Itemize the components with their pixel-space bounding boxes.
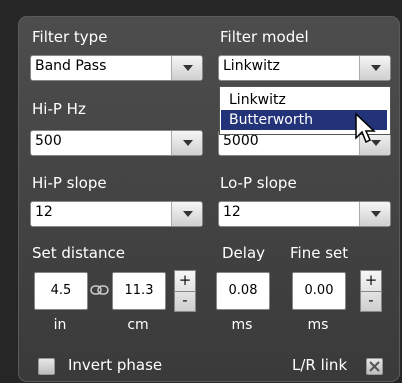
checkmark-x-icon xyxy=(369,361,380,372)
delay-input[interactable]: 0.08 xyxy=(216,272,270,310)
chevron-down-icon xyxy=(371,211,381,217)
hi-p-hz-value: 500 xyxy=(35,133,62,149)
delay-label: Delay xyxy=(222,244,266,262)
distance-stepper[interactable]: + - xyxy=(174,270,196,312)
lo-p-slope-value: 12 xyxy=(223,204,241,220)
unit-cm-label: cm xyxy=(127,317,149,333)
lr-link-checkbox[interactable] xyxy=(366,358,383,375)
fine-set-stepper[interactable]: + - xyxy=(360,270,382,312)
lo-p-hz-value: 5000 xyxy=(223,133,259,149)
fine-set-input[interactable]: 0.00 xyxy=(292,272,346,310)
hi-p-hz-dropdown-button[interactable] xyxy=(171,131,202,155)
lo-p-slope-dropdown-button[interactable] xyxy=(359,202,390,226)
hi-p-hz-select[interactable]: 500 xyxy=(30,130,203,156)
distance-decrement-button[interactable]: - xyxy=(175,291,195,311)
mouse-pointer-icon xyxy=(355,112,376,144)
invert-phase-checkbox[interactable] xyxy=(38,358,55,375)
fine-set-unit-label: ms xyxy=(307,317,329,333)
distance-inches-input[interactable]: 4.5 xyxy=(34,272,88,310)
hi-p-hz-label: Hi-P Hz xyxy=(32,100,86,118)
fine-set-label: Fine set xyxy=(290,244,349,262)
filter-type-select[interactable]: Band Pass xyxy=(30,55,203,81)
delay-unit-label: ms xyxy=(231,317,253,333)
filter-model-label: Filter model xyxy=(220,28,309,46)
fine-set-increment-button[interactable]: + xyxy=(361,271,381,292)
hi-p-slope-value: 12 xyxy=(35,204,53,220)
chevron-down-icon xyxy=(183,65,193,71)
distance-increment-button[interactable]: + xyxy=(175,271,195,292)
hi-p-slope-label: Hi-P slope xyxy=(32,174,107,192)
unit-in-label: in xyxy=(53,317,67,333)
filter-model-value: Linkwitz xyxy=(223,58,280,74)
filter-type-label: Filter type xyxy=(32,28,108,46)
window-frame: Filter type Filter model Band Pass Linkw… xyxy=(0,0,402,383)
lr-link-label: L/R link xyxy=(292,356,348,374)
set-distance-label: Set distance xyxy=(32,244,125,262)
lo-p-slope-select[interactable]: 12 xyxy=(218,201,391,227)
filter-model-dropdown-button[interactable] xyxy=(359,56,390,80)
filter-model-option-linkwitz[interactable]: Linkwitz xyxy=(221,90,387,110)
link-icon[interactable] xyxy=(90,283,110,297)
hi-p-slope-dropdown-button[interactable] xyxy=(171,202,202,226)
chevron-down-icon xyxy=(183,140,193,146)
lo-p-slope-label: Lo-P slope xyxy=(220,174,297,192)
invert-phase-label: Invert phase xyxy=(68,356,163,374)
filter-type-dropdown-button[interactable] xyxy=(171,56,202,80)
distance-cm-input[interactable]: 11.3 xyxy=(112,272,166,310)
filter-type-value: Band Pass xyxy=(35,58,107,74)
chevron-down-icon xyxy=(183,211,193,217)
fine-set-decrement-button[interactable]: - xyxy=(361,291,381,311)
chevron-down-icon xyxy=(371,65,381,71)
filter-model-select[interactable]: Linkwitz xyxy=(218,55,391,81)
hi-p-slope-select[interactable]: 12 xyxy=(30,201,203,227)
